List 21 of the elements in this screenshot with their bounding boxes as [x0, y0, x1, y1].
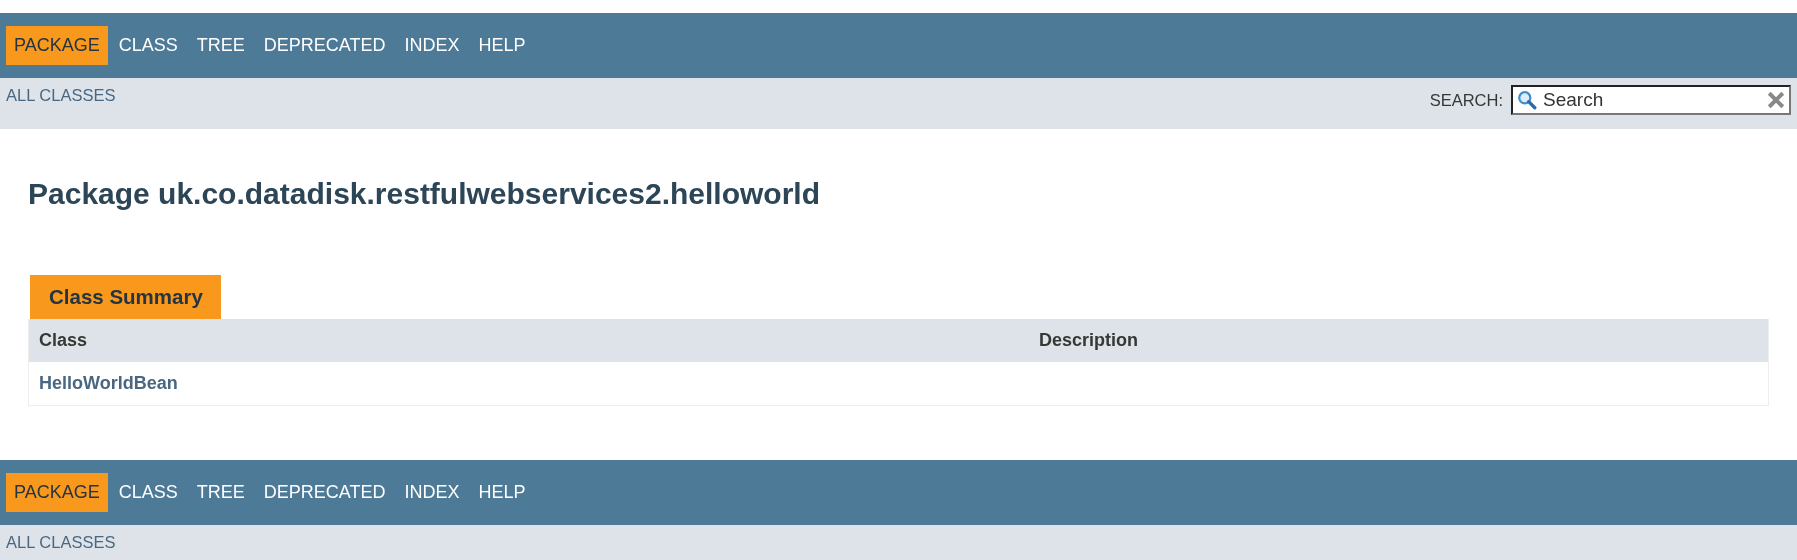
column-header: Class	[38, 330, 89, 351]
search-field[interactable]: Search	[1511, 85, 1791, 115]
all-classes-link[interactable]: ALL CLASSES	[6, 86, 116, 105]
nav-menu-item[interactable]: TREE	[188, 26, 253, 65]
nav-menu-item[interactable]: PACKAGE	[6, 26, 108, 65]
all-classes-link[interactable]: ALL CLASSES	[6, 533, 116, 552]
nav-menu-item[interactable]: TREE	[188, 473, 253, 512]
nav-menu-item[interactable]: INDEX	[396, 26, 468, 65]
nav-menu-item[interactable]: DEPRECATED	[255, 473, 394, 512]
nav-menu-item[interactable]: CLASS	[110, 473, 186, 512]
nav-menu-item[interactable]: HELP	[470, 473, 534, 512]
clear-icon[interactable]	[1767, 91, 1785, 109]
nav-menu-item[interactable]: HELP	[470, 26, 534, 65]
column-header: Description	[1038, 330, 1140, 351]
nav-menu-item[interactable]: DEPRECATED	[255, 26, 394, 65]
page-title: Package uk.co.datadisk.restfulwebservices2.helloworld	[28, 177, 821, 211]
nav-menu-item[interactable]: INDEX	[396, 473, 468, 512]
search-label: SEARCH:	[1429, 90, 1503, 110]
nav-menu-item[interactable]: PACKAGE	[6, 473, 108, 512]
table-link[interactable]: HelloWorldBean	[39, 373, 178, 393]
nav-menu-item[interactable]: CLASS	[110, 26, 186, 65]
